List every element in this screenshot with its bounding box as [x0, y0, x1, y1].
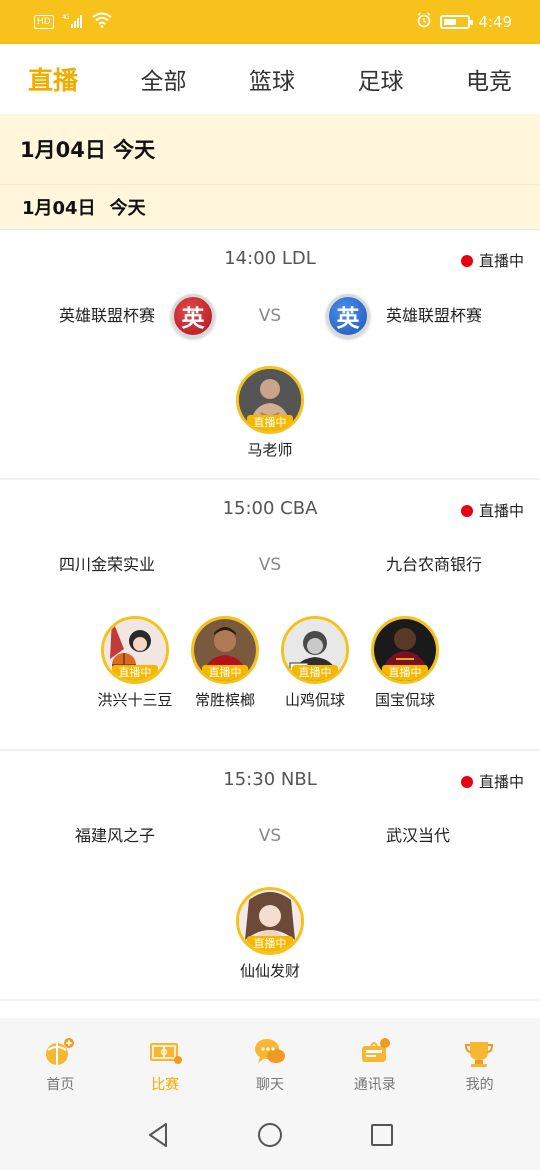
- live-status: 直播中: [460, 771, 524, 792]
- nav-profile-label: 我的: [465, 1077, 494, 1093]
- streamer-item[interactable]: 直播中 常胜槟榔: [191, 616, 259, 711]
- nav-contacts[interactable]: 通讯录: [330, 1018, 420, 1100]
- streamer-name: 马老师: [247, 441, 293, 459]
- away-team-name: 武汉当代: [386, 826, 451, 845]
- home-circle-icon[interactable]: [255, 1120, 285, 1150]
- teams-row: 四川金荣实业 VS 九台农商银行: [0, 540, 540, 590]
- nav-profile[interactable]: 我的: [435, 1018, 525, 1100]
- tab-esports[interactable]: 电竞: [466, 62, 512, 96]
- streamer-name: 常胜槟榔: [194, 691, 255, 709]
- streamer-live-tag: 直播中: [202, 665, 248, 681]
- clock-text: 4:49: [478, 13, 512, 31]
- contacts-icon: [361, 1038, 390, 1062]
- nav-match[interactable]: 比赛: [120, 1018, 210, 1100]
- streamer-item[interactable]: 直播中 马老师: [236, 366, 304, 461]
- profile-icon: [464, 1042, 493, 1067]
- streamer-avatar: 直播中: [281, 616, 349, 684]
- streamer-item[interactable]: 直播中 山鸡侃球: [281, 616, 349, 711]
- live-status-label: 直播中: [478, 502, 524, 520]
- streamer-avatar: 直播中: [191, 616, 259, 684]
- live-dot-icon: [460, 504, 473, 517]
- live-status: 直播中: [460, 250, 524, 271]
- status-right: 4:49: [416, 12, 512, 32]
- live-dot-icon: [460, 254, 473, 267]
- hd-indicator: HD: [34, 15, 54, 29]
- streamer-name: 山鸡侃球: [284, 691, 345, 709]
- streamer-list: 直播中 洪兴十三豆 直播中 常胜槟榔 直播中 山鸡侃球 直播中 国宝侃球: [0, 616, 540, 711]
- tab-basketball[interactable]: 篮球: [249, 62, 295, 96]
- streamer-item[interactable]: 直播中 国宝侃球: [371, 616, 439, 711]
- match-time-league: 15:00 CBA: [222, 498, 318, 519]
- network-text: 4G: [62, 14, 70, 21]
- streamer-avatar: 直播中: [371, 616, 439, 684]
- date-subheader: 1月04日 今天: [0, 184, 540, 230]
- streamer-live-tag: 直播中: [292, 665, 338, 681]
- tab-football[interactable]: 足球: [357, 62, 403, 96]
- date-subheader-day: 今天: [109, 198, 146, 219]
- vs-label: VS: [258, 826, 282, 846]
- signal-icon: 4G: [62, 13, 84, 32]
- bottom-navigation: 首页 比赛 聊天 通讯录 我的: [0, 1018, 540, 1100]
- date-subheader-date: 1月04日: [22, 198, 96, 219]
- match-card[interactable]: 14:00 LDL 直播中 英雄联盟杯赛 英 VS 英 英雄联盟杯赛 直播中 马…: [0, 230, 540, 480]
- streamer-live-tag: 直播中: [247, 415, 293, 431]
- streamer-name: 仙仙发财: [239, 962, 300, 980]
- alarm-icon: [416, 12, 432, 32]
- streamer-name: 国宝侃球: [374, 691, 435, 709]
- status-left: HD 4G: [34, 12, 112, 32]
- streamer-name: 洪兴十三豆: [97, 691, 173, 709]
- status-bar: HD 4G 4:49: [0, 0, 540, 44]
- back-icon[interactable]: [143, 1120, 173, 1150]
- live-dot-icon: [460, 775, 473, 788]
- away-team-name: 九台农商银行: [386, 555, 483, 574]
- recents-square-icon[interactable]: [367, 1120, 397, 1150]
- streamer-live-tag: 直播中: [112, 665, 158, 681]
- match-card[interactable]: 15:30 NBL 直播中 福建风之子 VS 武汉当代 直播中 仙仙发财: [0, 751, 540, 1001]
- tab-all[interactable]: 全部: [141, 62, 187, 96]
- nav-home[interactable]: 首页: [15, 1018, 105, 1100]
- streamer-live-tag: 直播中: [247, 936, 293, 952]
- live-status-label: 直播中: [478, 252, 524, 270]
- tab-live[interactable]: 直播: [28, 61, 78, 97]
- match-card[interactable]: 15:00 CBA 直播中 四川金荣实业 VS 九台农商银行 直播中 洪兴十三豆…: [0, 480, 540, 751]
- streamer-item[interactable]: 直播中 仙仙发财: [236, 887, 304, 982]
- live-status-label: 直播中: [478, 773, 524, 791]
- streamer-list: 直播中 马老师: [0, 366, 540, 461]
- teams-row: 英雄联盟杯赛 英 VS 英 英雄联盟杯赛: [0, 291, 540, 341]
- match-time-league: 15:30 NBL: [223, 769, 317, 790]
- teams-row: 福建风之子 VS 武汉当代: [0, 811, 540, 861]
- chat-icon: [254, 1039, 285, 1063]
- away-team-logo: 英: [326, 294, 370, 338]
- wifi-icon: [92, 12, 112, 32]
- streamer-list: 直播中 仙仙发财: [0, 887, 540, 982]
- streamer-item[interactable]: 直播中 洪兴十三豆: [97, 616, 173, 711]
- date-header: 1月04日 今天: [0, 114, 540, 184]
- home-icon: [46, 1038, 75, 1065]
- streamer-avatar: 直播中: [236, 887, 304, 955]
- live-status: 直播中: [460, 500, 524, 521]
- category-tabs: 直播 全部 篮球 足球 电竞: [0, 44, 540, 114]
- match-icon: [150, 1043, 183, 1064]
- streamer-avatar: 直播中: [101, 616, 169, 684]
- nav-chat-label: 聊天: [255, 1077, 284, 1093]
- nav-contacts-label: 通讯录: [353, 1077, 396, 1093]
- streamer-avatar: 直播中: [236, 366, 304, 434]
- match-time-league: 14:00 LDL: [224, 248, 316, 269]
- nav-match-label: 比赛: [151, 1077, 180, 1093]
- battery-icon: [440, 15, 474, 29]
- streamer-live-tag: 直播中: [382, 665, 428, 681]
- away-team-name: 英雄联盟杯赛: [386, 306, 483, 325]
- nav-chat[interactable]: 聊天: [225, 1018, 315, 1100]
- system-navigation: [0, 1100, 540, 1170]
- nav-home-label: 首页: [46, 1077, 75, 1093]
